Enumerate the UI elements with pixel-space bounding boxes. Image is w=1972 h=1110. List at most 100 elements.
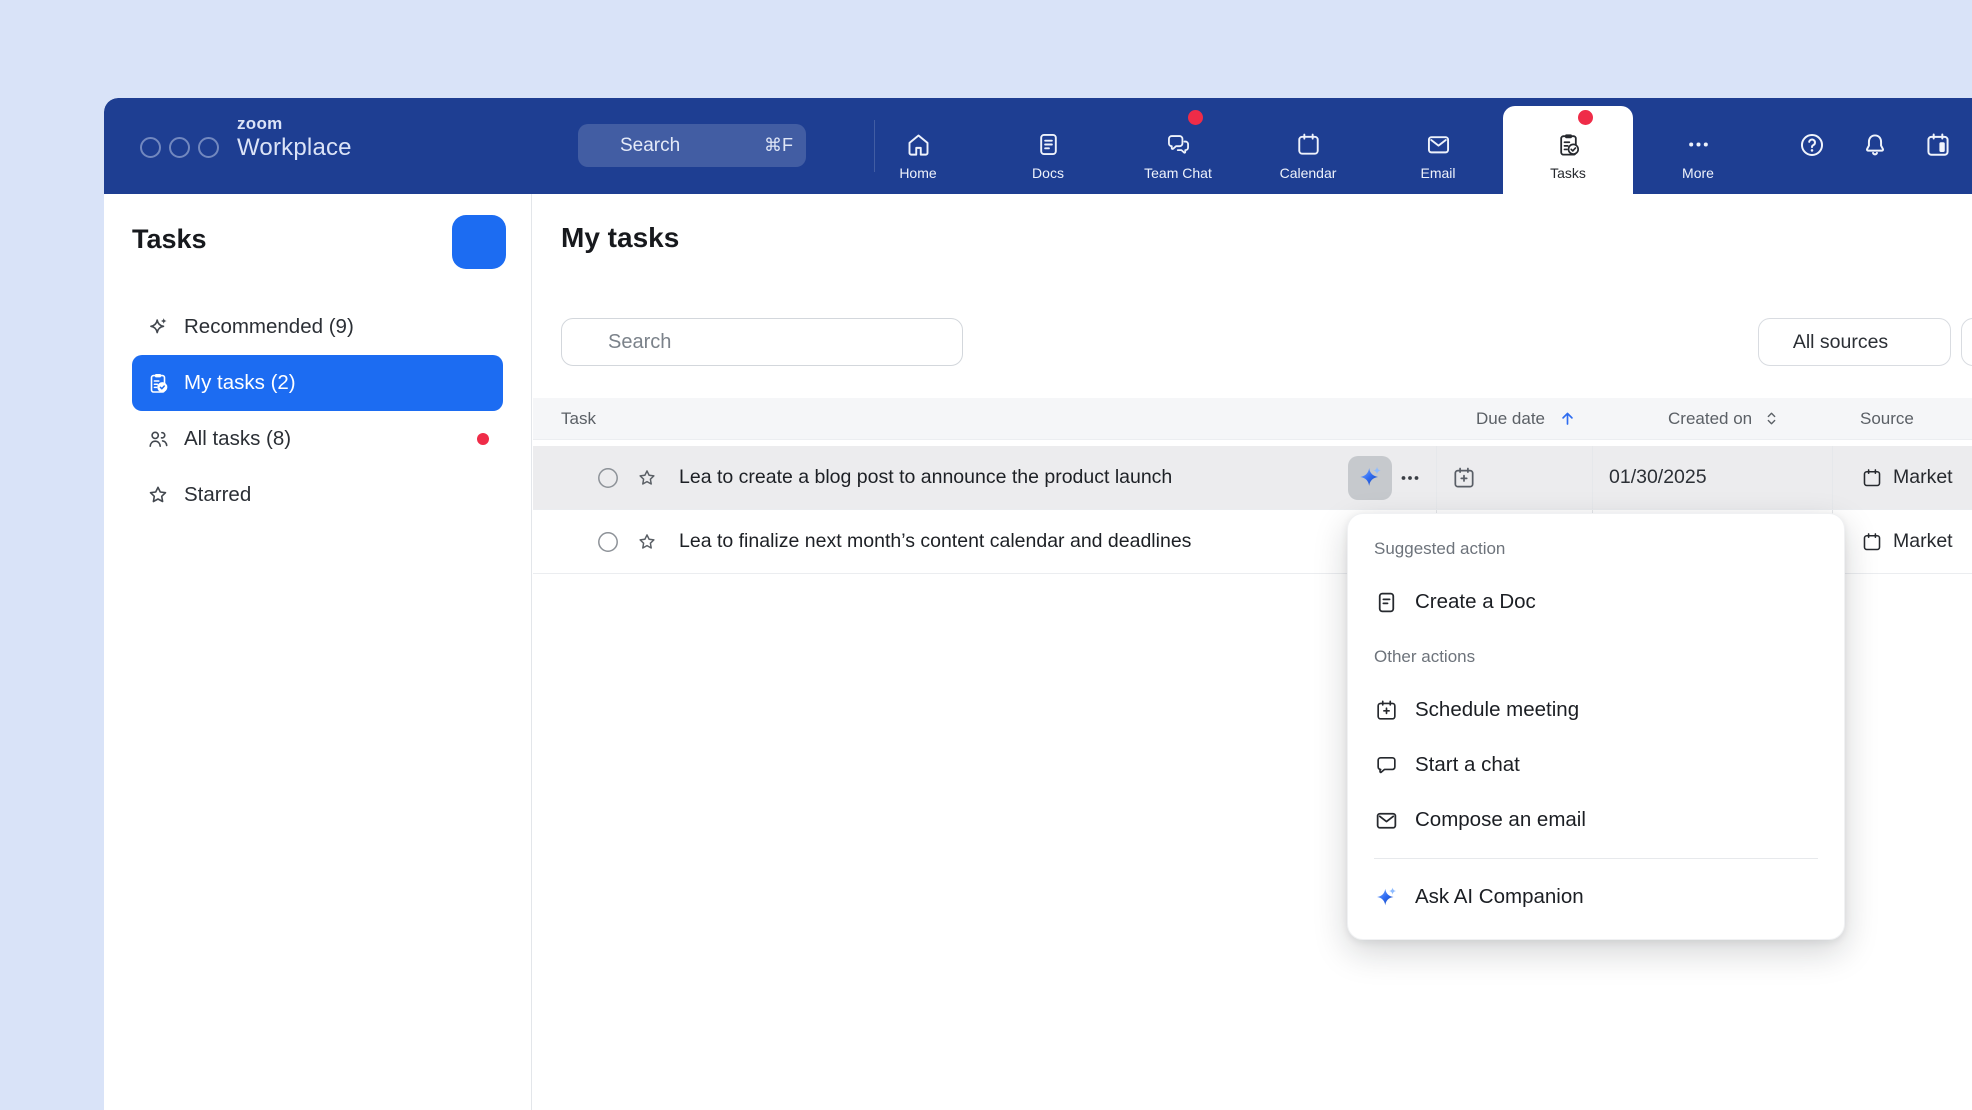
nav-item-label: Calendar bbox=[1280, 165, 1337, 181]
table-header: Task Due date Created on Source bbox=[533, 398, 1972, 440]
search-icon bbox=[591, 136, 610, 155]
forward-icon[interactable] bbox=[420, 134, 443, 157]
task-actions-menu: Suggested actionCreate a DocOther action… bbox=[1347, 513, 1845, 940]
history-icon[interactable] bbox=[462, 131, 489, 158]
sidebar-item-label: Starred bbox=[184, 483, 251, 507]
task-checkbox[interactable] bbox=[596, 466, 620, 490]
menu-item-schedule-meeting[interactable]: Schedule meeting bbox=[1374, 688, 1818, 732]
created-on-cell: 01/30/2025 bbox=[1592, 446, 1832, 509]
menu-item-label: Ask AI Companion bbox=[1415, 885, 1584, 909]
ai-sparkle-icon bbox=[1357, 464, 1384, 491]
task-cell: Lea to create a blog post to announce th… bbox=[533, 446, 1436, 509]
menu-item-ask-ai-companion[interactable]: Ask AI Companion bbox=[1374, 875, 1818, 919]
nav-item-tasks[interactable]: Tasks bbox=[1503, 106, 1633, 194]
menu-section-label: Other actions bbox=[1374, 644, 1818, 670]
sidebar-item-starred[interactable]: Starred bbox=[132, 467, 503, 523]
clipboard-check-icon bbox=[146, 371, 170, 395]
sidebar-item-label: My tasks (2) bbox=[184, 371, 296, 395]
source-cell: Market bbox=[1832, 446, 1972, 509]
sort-asc-icon bbox=[1558, 409, 1577, 428]
task-search-input[interactable]: Search bbox=[561, 318, 963, 366]
task-cell: Lea to finalize next month’s content cal… bbox=[533, 510, 1436, 573]
sidebar: Tasks Recommended (9) My tasks (2) All tas… bbox=[104, 194, 532, 1110]
menu-item-label: Compose an email bbox=[1415, 808, 1586, 832]
sidebar-item-recommended[interactable]: Recommended (9) bbox=[132, 299, 503, 355]
nav-item-home[interactable]: Home bbox=[853, 98, 983, 194]
notification-dot bbox=[1578, 110, 1593, 125]
task-title: Lea to finalize next month’s content cal… bbox=[679, 530, 1191, 553]
calendar-icon bbox=[1295, 131, 1322, 158]
due-date-cell bbox=[1436, 446, 1592, 509]
source-cell: Market bbox=[1832, 510, 1972, 573]
nav-item-more[interactable]: More bbox=[1633, 98, 1763, 194]
nav-item-calendar[interactable]: Calendar bbox=[1243, 98, 1373, 194]
ai-companion-button[interactable] bbox=[1348, 456, 1392, 500]
clipped-filter-button[interactable] bbox=[1961, 318, 1972, 366]
ai-sparkle-icon bbox=[1374, 885, 1399, 910]
sidebar-item-my-tasks[interactable]: My tasks (2) bbox=[132, 355, 503, 411]
window-control-minimize[interactable] bbox=[169, 137, 190, 158]
top-bar: zoom Workplace Search ⌘F Home Docs Team Ch… bbox=[104, 98, 1972, 194]
nav-item-label: Team Chat bbox=[1144, 165, 1212, 181]
column-header-source: Source bbox=[1832, 409, 1972, 429]
nav-item-label: Docs bbox=[1032, 165, 1064, 181]
sort-both-icon bbox=[1763, 410, 1780, 427]
chevron-down-icon bbox=[1898, 333, 1916, 351]
brand-zoom: zoom bbox=[237, 115, 352, 132]
more-icon bbox=[1685, 131, 1712, 158]
all-sources-dropdown[interactable]: All sources bbox=[1758, 318, 1951, 366]
sidebar-item-all-tasks[interactable]: All tasks (8) bbox=[132, 411, 503, 467]
column-label: Created on bbox=[1668, 409, 1752, 429]
help-icon[interactable] bbox=[1798, 131, 1826, 159]
column-header-due-date[interactable]: Due date bbox=[1436, 409, 1592, 429]
task-row[interactable]: Lea to create a blog post to announce th… bbox=[533, 446, 1972, 510]
sparkle-icon bbox=[146, 315, 170, 339]
unread-dot bbox=[477, 433, 489, 445]
row-more-button[interactable] bbox=[1398, 466, 1422, 490]
task-checkbox[interactable] bbox=[596, 530, 620, 554]
star-icon bbox=[146, 483, 170, 507]
plus-icon bbox=[467, 230, 491, 254]
team-chat-icon bbox=[1165, 131, 1192, 158]
tasks-icon bbox=[1555, 131, 1582, 158]
docs-icon bbox=[1035, 131, 1062, 158]
window-controls[interactable] bbox=[140, 137, 219, 158]
window-control-close[interactable] bbox=[140, 137, 161, 158]
add-task-row-button[interactable] bbox=[586, 598, 612, 624]
star-icon[interactable] bbox=[636, 467, 658, 489]
doc-icon bbox=[1374, 590, 1399, 615]
source-value: Market bbox=[1893, 466, 1953, 489]
menu-item-create-a-doc[interactable]: Create a Doc bbox=[1374, 580, 1818, 624]
app-window: zoom Workplace Search ⌘F Home Docs Team Ch… bbox=[104, 98, 1972, 1110]
window-control-maximize[interactable] bbox=[198, 137, 219, 158]
nav-item-label: Tasks bbox=[1550, 165, 1586, 181]
calendar-panel-icon[interactable] bbox=[1924, 131, 1952, 159]
nav-item-docs[interactable]: Docs bbox=[983, 98, 1113, 194]
sidebar-title: Tasks bbox=[132, 224, 207, 255]
nav-item-email[interactable]: Email bbox=[1373, 98, 1503, 194]
main-content: My tasks Search All sources TaskDue date… bbox=[533, 194, 1972, 1110]
global-search-placeholder: Search bbox=[620, 135, 680, 157]
notification-dot bbox=[1188, 110, 1203, 125]
bell-icon[interactable] bbox=[1861, 131, 1889, 159]
back-icon[interactable] bbox=[366, 134, 389, 157]
menu-item-start-a-chat[interactable]: Start a chat bbox=[1374, 743, 1818, 787]
column-label: Source bbox=[1860, 409, 1914, 429]
email-icon bbox=[1425, 131, 1452, 158]
nav-item-team-chat[interactable]: Team Chat bbox=[1113, 98, 1243, 194]
column-header-created-on[interactable]: Created on bbox=[1592, 409, 1832, 429]
menu-item-label: Start a chat bbox=[1415, 753, 1520, 777]
star-icon[interactable] bbox=[636, 531, 658, 553]
column-label: Due date bbox=[1476, 409, 1545, 429]
menu-item-label: Create a Doc bbox=[1415, 590, 1536, 614]
menu-item-compose-an-email[interactable]: Compose an email bbox=[1374, 798, 1818, 842]
column-header-task: Task bbox=[533, 409, 1436, 429]
search-icon bbox=[576, 332, 596, 352]
task-search-placeholder: Search bbox=[608, 331, 671, 354]
nav-item-label: Email bbox=[1420, 165, 1455, 181]
due-date-add-button[interactable] bbox=[1451, 465, 1477, 491]
global-search-input[interactable]: Search ⌘F bbox=[578, 124, 806, 167]
new-task-button[interactable] bbox=[452, 215, 506, 269]
sidebar-item-label: All tasks (8) bbox=[184, 427, 291, 451]
brand-workplace: Workplace bbox=[237, 136, 352, 160]
